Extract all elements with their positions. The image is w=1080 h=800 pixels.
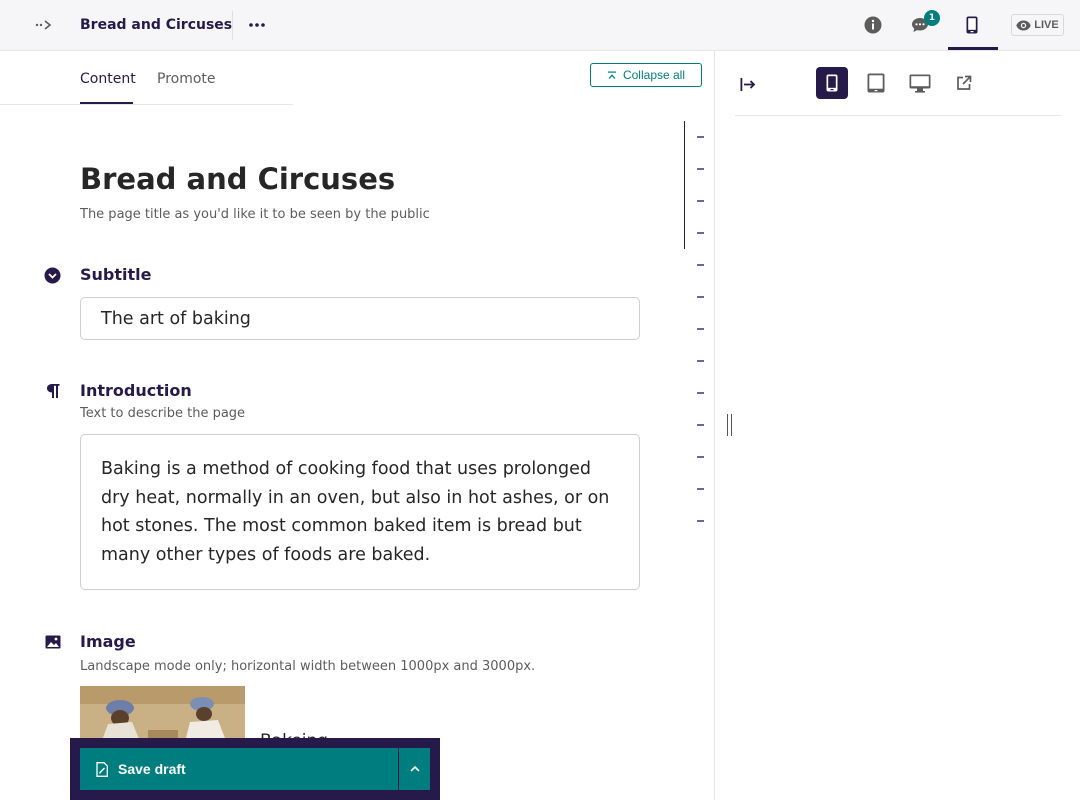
minimap-dash[interactable] <box>697 520 704 522</box>
resize-handle[interactable] <box>727 414 732 436</box>
preview-mobile-icon[interactable] <box>816 67 848 99</box>
image-thumbnail[interactable] <box>80 686 245 746</box>
introduction-textarea[interactable]: Baking is a method of cooking food that … <box>80 434 640 590</box>
preview-desktop-icon[interactable] <box>904 67 936 99</box>
save-footer: Save draft <box>70 738 440 800</box>
minimap-dash[interactable] <box>697 328 704 330</box>
minimap-dash[interactable] <box>697 264 704 266</box>
eye-icon <box>1016 20 1031 30</box>
preview-toolbar-divider <box>735 115 1061 116</box>
minimap-dash[interactable] <box>697 296 704 298</box>
introduction-help: Text to describe the page <box>80 406 246 421</box>
tab-promote[interactable]: Promote <box>157 71 216 87</box>
minimap-dash[interactable] <box>697 232 704 234</box>
tab-content[interactable]: Content <box>80 71 136 87</box>
preview-panel <box>714 51 1080 800</box>
paragraph-icon <box>44 382 62 400</box>
breadcrumb-expand-icon[interactable] <box>30 14 60 36</box>
collapse-all-button[interactable]: Collapse all <box>590 63 702 87</box>
chevron-down-circle-icon[interactable] <box>43 266 61 284</box>
top-header: Bread and Circuses 1 LIVE <box>0 0 1080 51</box>
tabs-divider <box>0 104 293 105</box>
header-divider <box>232 11 233 40</box>
image-label: Image <box>80 632 136 651</box>
minimap-dash[interactable] <box>697 392 704 394</box>
save-draft-button[interactable]: Save draft <box>80 748 398 790</box>
subtitle-label: Subtitle <box>80 265 152 284</box>
image-icon <box>44 633 62 651</box>
preview-active-indicator <box>948 47 998 50</box>
live-label: LIVE <box>1034 19 1059 31</box>
live-status-button[interactable]: LIVE <box>1011 14 1064 36</box>
minimap-dash[interactable] <box>697 488 704 490</box>
minimap-dash[interactable] <box>697 136 704 138</box>
info-circle-icon[interactable] <box>861 13 885 37</box>
page-title-field[interactable]: Bread and Circuses <box>80 159 395 199</box>
header-page-title[interactable]: Bread and Circuses <box>80 15 232 35</box>
minimap-dash[interactable] <box>697 360 704 362</box>
comment-count-badge: 1 <box>924 10 940 26</box>
mobile-device-icon[interactable] <box>960 13 984 37</box>
image-help: Landscape mode only; horizontal width be… <box>80 659 536 674</box>
save-draft-label: Save draft <box>118 761 186 777</box>
external-link-icon[interactable] <box>948 67 980 99</box>
preview-tablet-icon[interactable] <box>860 67 892 99</box>
introduction-label: Introduction <box>80 381 192 400</box>
collapse-all-label: Collapse all <box>622 68 686 82</box>
draft-document-icon <box>96 761 108 777</box>
editor-panel: Content Promote Collapse all Bread and C… <box>0 51 714 800</box>
minimap-dash[interactable] <box>697 168 704 170</box>
chevron-up-icon[interactable] <box>399 748 430 790</box>
more-dots-icon[interactable] <box>244 14 270 36</box>
subtitle-input[interactable]: The art of baking <box>80 297 640 340</box>
minimap-track <box>684 121 685 249</box>
page-title-help: The page title as you'd like it to be se… <box>80 207 430 222</box>
minimap-dash[interactable] <box>697 200 704 202</box>
minimap-dash[interactable] <box>697 456 704 458</box>
collapse-icon <box>607 71 616 79</box>
close-preview-icon[interactable] <box>737 73 759 95</box>
minimap-dash[interactable] <box>697 424 704 426</box>
